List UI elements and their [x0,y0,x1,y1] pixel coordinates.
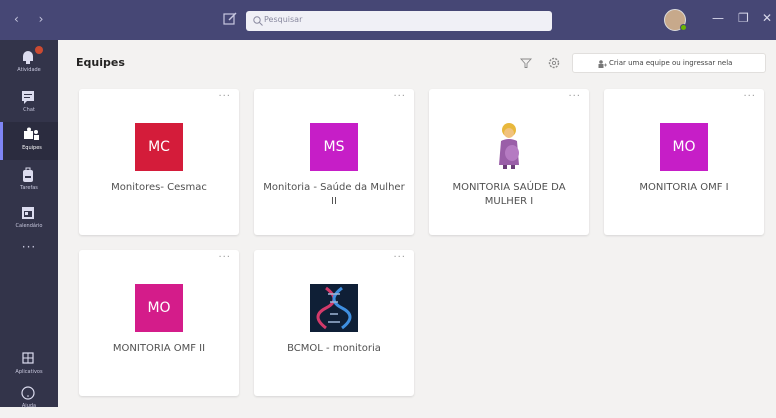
app-rail: Atividade Chat Equipes Tarefas Calendári… [0,40,58,409]
create-or-join-team-label: Criar uma equipe ou ingressar nela [609,59,733,67]
team-card[interactable]: ··· MO MONITORIA OMF I [604,89,764,235]
pregnant-woman-icon [499,123,519,169]
team-card[interactable]: ··· MS Monitoria - Saúde da Mulher II [254,89,414,235]
more-options-button[interactable]: ··· [393,91,406,102]
chat-icon [22,91,34,104]
rail-label: Chat [23,107,35,113]
rail-item-apps[interactable]: Aplicativos [0,346,58,384]
team-avatar: MO [660,123,708,171]
calendar-icon [22,207,34,219]
team-card[interactable]: ··· BCMOL - monitoria [254,250,414,396]
team-name: Monitoria - Saúde da Mulher II [263,182,405,207]
create-or-join-team-button[interactable]: Criar uma equipe ou ingressar nela [572,53,766,73]
search-placeholder: Pesquisar [264,15,303,24]
filter-icon[interactable] [520,57,532,69]
gear-icon[interactable] [548,57,560,69]
teams-icon [24,127,39,140]
team-card[interactable]: ··· MC Monitores- Cesmac [79,89,239,235]
notification-badge [35,46,43,54]
more-options-button[interactable]: ··· [218,252,231,263]
dna-icon [310,284,358,332]
rail-item-activity[interactable]: Atividade [0,44,58,82]
search-icon [253,16,263,26]
team-name: MONITORIA SAÚDE DA MULHER I [452,182,566,207]
more-options-button[interactable]: ··· [743,91,756,102]
compose-icon[interactable] [222,11,238,27]
presence-dot [680,24,687,31]
team-name: MONITORIA OMF II [112,343,206,354]
search-input[interactable]: Pesquisar [246,11,552,31]
apps-icon [22,352,34,364]
team-avatar: MS [310,123,358,171]
close-button[interactable]: ✕ [762,11,772,25]
team-avatar: MO [135,284,183,332]
back-forward-arrows[interactable]: ‹ › [14,12,51,26]
rail-label: Atividade [17,67,41,73]
rail-item-assignments[interactable]: Tarefas [0,162,58,200]
more-options-button[interactable]: ··· [568,91,581,102]
team-initials: MO [147,300,171,316]
team-name: BCMOL - monitoria [287,343,381,354]
team-card[interactable]: ··· MO MONITORIA OMF II [79,250,239,396]
more-apps-button[interactable]: ··· [0,240,58,254]
page-title: Equipes [76,56,125,69]
team-initials: MS [323,139,345,155]
team-avatar: MC [135,123,183,171]
help-icon [21,386,35,400]
rail-item-teams[interactable]: Equipes [0,122,58,160]
maximize-button[interactable]: ❐ [738,11,749,25]
rail-item-chat[interactable]: Chat [0,84,58,122]
team-name: MONITORIA OMF I [639,182,729,193]
team-card[interactable]: ··· MONITORIA SAÚDE DA MULHER I [429,89,589,235]
rail-label: Equipes [22,145,42,151]
rail-label: Aplicativos [15,369,43,375]
avatar[interactable] [664,9,687,31]
rail-label: Calendário [15,223,43,229]
team-initials: MC [148,139,170,155]
minimize-button[interactable]: — [712,11,724,25]
rail-item-calendar[interactable]: Calendário [0,200,58,238]
more-options-button[interactable]: ··· [218,91,231,102]
rail-label: Tarefas [20,185,38,191]
rail-item-help[interactable]: Ajuda [0,380,58,418]
backpack-icon [23,167,33,182]
rail-label: Ajuda [21,403,37,409]
team-initials: MO [672,139,696,155]
team-name: Monitores- Cesmac [111,182,207,193]
title-bar: ‹ › Pesquisar — ❐ ✕ [0,0,776,40]
add-team-icon [598,60,607,68]
more-options-button[interactable]: ··· [393,252,406,263]
